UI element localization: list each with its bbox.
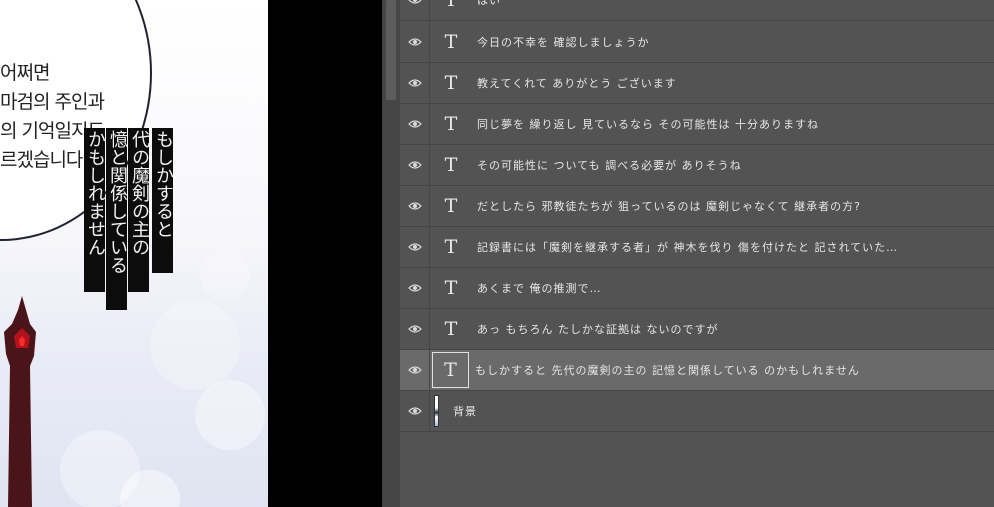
vertical-text-column[interactable]: もしかすると [152, 128, 174, 273]
eye-icon[interactable] [400, 22, 430, 62]
layer-name[interactable]: 記録書には「魔剣を継承する者」が 神木を伐り 傷を付けたと 記されていた… [477, 239, 898, 255]
vertical-text-column[interactable]: かもしれません [84, 128, 106, 292]
eye-icon[interactable] [400, 0, 430, 20]
vertical-text-column[interactable]: 憶と関係している [106, 128, 128, 310]
layer-row[interactable]: T はい [400, 0, 994, 21]
layer-name[interactable]: その可能性に ついても 調べる必要が ありそうね [477, 157, 742, 173]
canvas-pasteboard [268, 0, 382, 507]
vertical-text-column[interactable]: 代の魔剣の主の [128, 128, 150, 292]
bokeh-light [150, 300, 240, 390]
eye-icon[interactable] [400, 227, 430, 267]
layer-name[interactable]: はい [477, 0, 501, 8]
eye-icon[interactable] [400, 104, 430, 144]
text-layer-icon: T [444, 318, 458, 340]
layers-scrollbar-thumb[interactable] [386, 0, 396, 100]
text-layer-icon: T [432, 352, 469, 388]
bokeh-light [195, 380, 265, 450]
layer-row[interactable]: T その可能性に ついても 調べる必要が ありそうね [400, 145, 994, 186]
layer-row[interactable]: T あっ もちろん たしかな証拠は ないのですが [400, 309, 994, 350]
bubble-line: 마검의 주인과 [0, 91, 105, 113]
layer-name[interactable]: 教えてくれて ありがとう ございます [477, 75, 677, 91]
tower-illustration [4, 296, 36, 507]
text-layer-icon: T [444, 113, 458, 135]
layer-row[interactable]: 背景 [400, 391, 994, 432]
text-layer-icon: T [444, 195, 458, 217]
layer-name[interactable]: あくまで 俺の推測で… [477, 280, 602, 296]
eye-icon[interactable] [400, 391, 430, 431]
layer-row[interactable]: T あくまで 俺の推測で… [400, 268, 994, 309]
eye-icon[interactable] [400, 268, 430, 308]
eye-icon[interactable] [400, 309, 430, 349]
layer-name[interactable]: あっ もちろん たしかな証拠は ないのですが [477, 321, 719, 337]
text-layer-icon: T [444, 31, 458, 53]
bokeh-light [200, 250, 250, 300]
layers-scrollbar[interactable] [382, 0, 400, 507]
text-layer-icon: T [444, 236, 458, 258]
text-layer-icon: T [444, 277, 458, 299]
eye-icon[interactable] [400, 63, 430, 103]
layer-row[interactable]: T 同じ夢を 繰り返し 見ているなら その可能性は 十分ありますね [400, 104, 994, 145]
layer-name[interactable]: 同じ夢を 繰り返し 見ているなら その可能性は 十分ありますね [477, 116, 819, 132]
text-layer-icon: T [444, 154, 458, 176]
layer-row-selected[interactable]: T もしかすると 先代の魔剣の主の 記憶と関係している のかもしれません [400, 350, 994, 391]
layer-name[interactable]: 今日の不幸を 確認しましょうか [477, 34, 650, 50]
layer-row[interactable]: T 今日の不幸を 確認しましょうか [400, 22, 994, 63]
text-layer-icon: T [444, 72, 458, 94]
eye-icon[interactable] [400, 186, 430, 226]
layer-row[interactable]: T 記録書には「魔剣を継承する者」が 神木を伐り 傷を付けたと 記されていた… [400, 227, 994, 268]
layer-name[interactable]: もしかすると 先代の魔剣の主の 記憶と関係している のかもしれません [475, 362, 860, 378]
eye-icon[interactable] [400, 145, 430, 185]
bubble-line: 르겠습니다. [0, 149, 88, 171]
bubble-line: 어쩌면 [0, 62, 50, 84]
layer-row[interactable]: T だとしたら 邪教徒たちが 狙っているのは 魔剣じゃなくて 継承者の方? [400, 186, 994, 227]
background-layer-thumbnail [434, 395, 439, 427]
layer-name[interactable]: だとしたら 邪教徒たちが 狙っているのは 魔剣じゃなくて 継承者の方? [477, 198, 861, 214]
layer-row[interactable]: T 教えてくれて ありがとう ございます [400, 63, 994, 104]
text-layer-icon: T [444, 0, 458, 11]
layer-name[interactable]: 背景 [453, 403, 477, 419]
document-canvas[interactable]: 어쩌면 마검의 주인과 의 기억일지도 르겠습니다. もしかすると 代の魔剣の主… [0, 0, 268, 507]
layers-panel: T はい T 今日の不幸を 確認しましょうか T 教えてくれて ありがとう ござ… [382, 0, 994, 507]
eye-icon[interactable] [400, 350, 430, 390]
